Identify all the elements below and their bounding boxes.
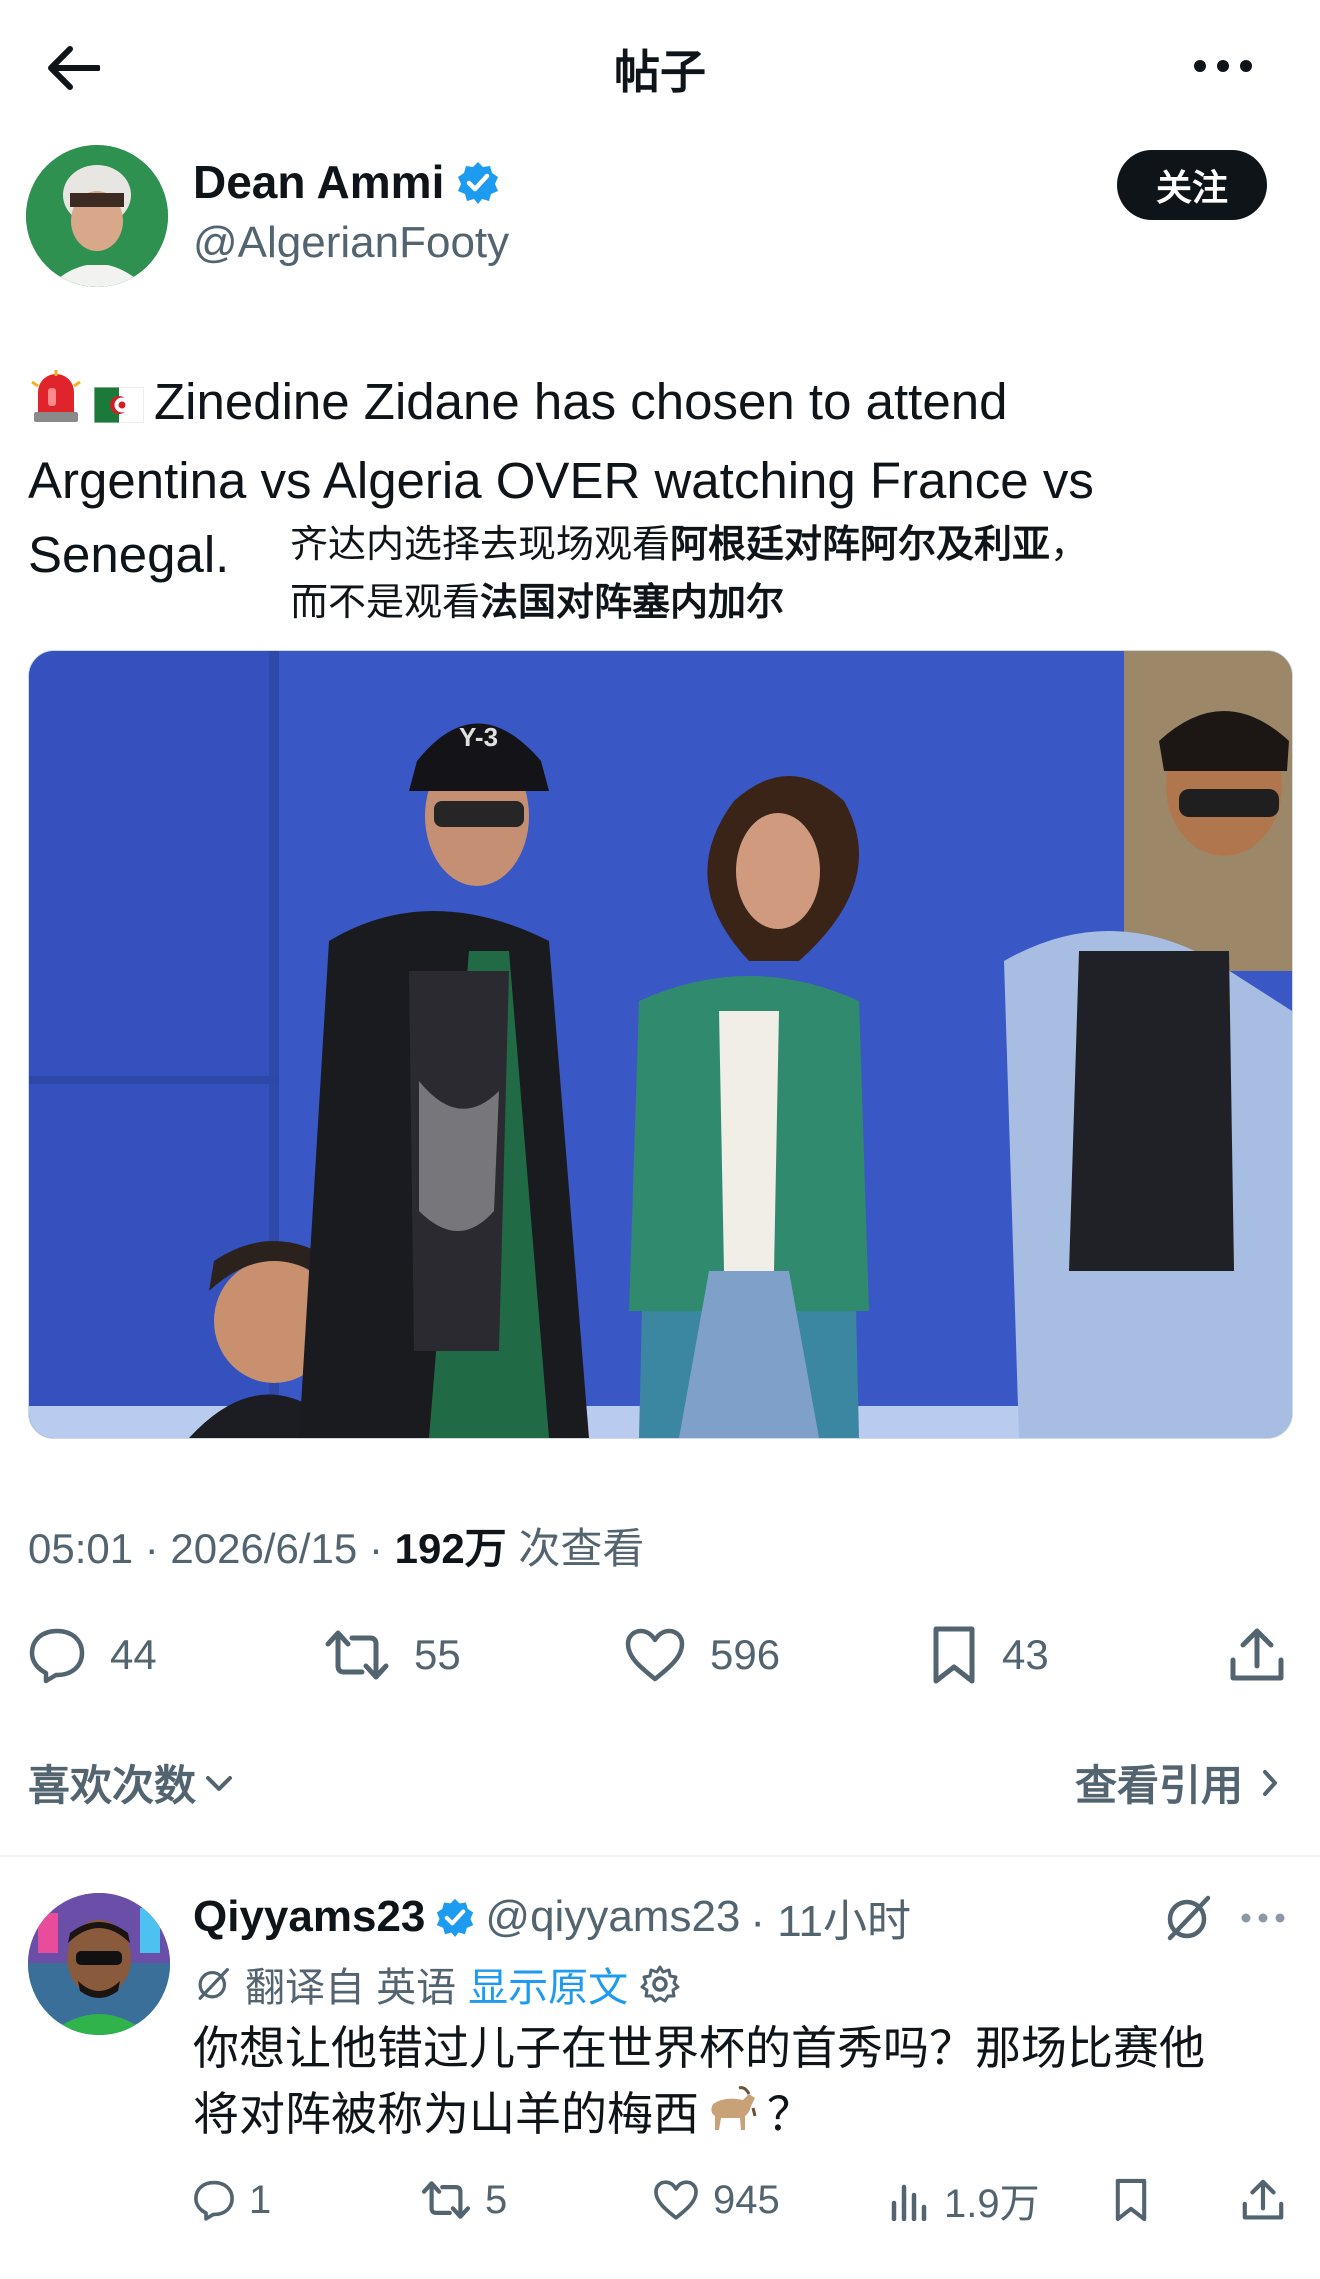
like-button[interactable]: 596 <box>624 1620 780 1690</box>
likes-list-toggle[interactable]: 喜欢次数 <box>28 1752 234 1813</box>
more-horizontal-icon <box>1241 1913 1285 1923</box>
likes-label: 喜欢次数 <box>28 1762 197 1809</box>
share-button[interactable] <box>1228 1620 1286 1690</box>
reply-icon <box>29 1628 85 1684</box>
reply-timestamp[interactable]: · 11小时 <box>750 1885 911 1949</box>
more-options-button[interactable] <box>1180 36 1266 96</box>
goat-emoji-icon <box>705 2084 761 2151</box>
bookmark-icon <box>933 1626 975 1684</box>
views-label: 次查看 <box>506 1525 645 1572</box>
page-title: 帖子 <box>614 46 706 98</box>
grok-icon <box>1167 1895 1211 1941</box>
section-divider <box>0 1855 1320 1857</box>
reply-reply-count: 1 <box>249 2177 272 2222</box>
grok-icon <box>198 1968 229 2000</box>
reply-text-end: ？ <box>767 2088 813 2140</box>
tweet-timestamp[interactable]: 05:01 · 2026/6/15 · <box>28 1525 395 1572</box>
chevron-down-icon <box>206 1775 233 1791</box>
siren-emoji-icon <box>28 368 84 444</box>
retweet-icon <box>421 2181 471 2219</box>
tweet-line-2: Argentina vs Algeria OVER watching Franc… <box>28 451 1094 509</box>
translation-bold-2: 法国对阵塞内加尔 <box>480 582 785 624</box>
reply-count: 44 <box>110 1631 157 1678</box>
retweet-count: 55 <box>414 1631 461 1678</box>
grok-button[interactable] <box>1160 1890 1216 1946</box>
reply-reply-button[interactable]: 1 <box>193 2165 271 2235</box>
reply-avatar[interactable] <box>28 1893 170 2035</box>
bookmark-button[interactable]: 43 <box>930 1620 1049 1690</box>
translated-from-label: 翻译自 英语 <box>245 1966 457 2010</box>
translation-overlay: 齐达内选择去现场观看阿根廷对阵阿尔及利亚， 而不是观看法国对阵塞内加尔 <box>290 516 1280 632</box>
author-name-row[interactable]: Dean Ammi <box>193 155 500 209</box>
bookmark-count: 43 <box>1002 1631 1049 1678</box>
reply-like-count: 945 <box>713 2177 780 2222</box>
follow-button[interactable]: 关注 <box>1117 150 1267 220</box>
translation-text-2: ， <box>1050 524 1089 566</box>
heart-icon <box>625 1628 685 1682</box>
reply-text-line-2: 将对阵被称为山羊的梅西 <box>193 2088 699 2140</box>
retweet-button[interactable]: 55 <box>324 1620 461 1690</box>
tweet-actions: 44 55 596 43 <box>28 1620 1298 1690</box>
like-count: 596 <box>710 1631 781 1678</box>
view-quotes-link[interactable]: 查看引用 <box>1075 1752 1279 1813</box>
verified-badge-icon <box>437 1898 474 1937</box>
reply-text: 你想让他错过儿子在世界杯的首秀吗？那场比赛他 将对阵被称为山羊的梅西 ？ <box>193 2015 1283 2151</box>
share-icon <box>1242 2179 1284 2220</box>
share-icon <box>1230 1628 1284 1681</box>
heart-icon <box>654 2180 698 2220</box>
reply-button[interactable]: 44 <box>28 1620 157 1690</box>
translation-text-1: 齐达内选择去现场观看 <box>290 524 671 566</box>
reply-more-button[interactable] <box>1238 1898 1288 1938</box>
tweet-line-1: Zinedine Zidane has chosen to attend <box>154 373 1008 430</box>
bookmark-icon <box>1115 2178 1147 2222</box>
reply-retweet-count: 5 <box>485 2177 508 2222</box>
show-original-link[interactable]: 显示原文 <box>468 1955 628 2013</box>
author-handle[interactable]: @AlgerianFooty <box>193 218 509 268</box>
gear-icon[interactable] <box>640 1964 680 2004</box>
views-count: 192万 <box>394 1525 507 1572</box>
author-name[interactable]: Dean Ammi <box>193 155 444 209</box>
reply-retweet-button[interactable]: 5 <box>421 2165 507 2235</box>
translation-bar: 翻译自 英语 显示原文 <box>193 1955 680 2013</box>
reply-like-button[interactable]: 945 <box>653 2165 780 2235</box>
reply-author-name[interactable]: Qiyyams23 <box>193 1892 425 1942</box>
author-avatar[interactable] <box>26 145 168 287</box>
reply-actions: 1 5 945 1.9万 <box>193 2165 1303 2235</box>
tweet-meta: 05:01 · 2026/6/15 · 192万 次查看 <box>28 1515 644 1576</box>
translation-bold-1: 阿根廷对阵阿尔及利亚 <box>670 524 1051 566</box>
quotes-label: 查看引用 <box>1075 1762 1244 1809</box>
top-bar: 帖子 <box>0 0 1320 130</box>
reply-views-count: 1.9万 <box>944 2182 1040 2226</box>
verified-badge-icon <box>458 162 499 204</box>
views-bar-chart-icon <box>891 2184 927 2221</box>
reply-text-line-1: 你想让他错过儿子在世界杯的首秀吗？那场比赛他 <box>193 2022 1205 2074</box>
reply-author-handle[interactable]: @qiyyams23 <box>485 1892 740 1942</box>
reply-share-button[interactable] <box>1241 2165 1285 2235</box>
reply-header: Qiyyams23 @qiyyams23 · 11小时 <box>193 1885 911 1949</box>
chevron-right-icon <box>1263 1769 1278 1796</box>
more-horizontal-icon <box>1194 60 1252 72</box>
reply-icon <box>194 2180 234 2221</box>
algeria-flag-icon <box>93 369 145 443</box>
svg-text:Y-3: Y-3 <box>459 722 498 752</box>
retweet-icon <box>325 1630 389 1680</box>
reply-views-button[interactable]: 1.9万 <box>888 2165 1040 2235</box>
translation-text-3: 而不是观看 <box>290 582 481 624</box>
tweet-photo[interactable]: Y-3 <box>28 650 1293 1439</box>
reply-bookmark-button[interactable] <box>1113 2165 1149 2235</box>
